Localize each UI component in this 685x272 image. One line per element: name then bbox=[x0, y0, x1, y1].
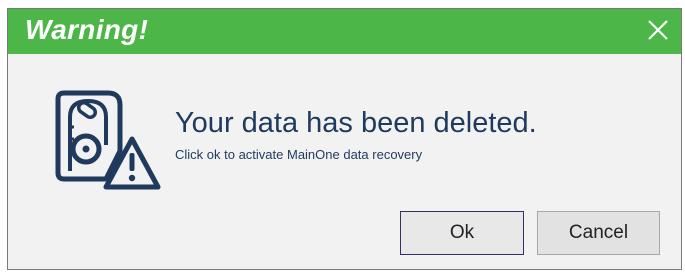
dialog-titlebar: Warning! bbox=[8, 9, 681, 54]
ok-button[interactable]: Ok bbox=[400, 211, 524, 255]
hard-drive-warning-icon bbox=[54, 87, 164, 197]
warning-dialog: Warning! Your data has been deleted. Cli… bbox=[7, 8, 682, 270]
dialog-detail: Click ok to activate MainOne data recove… bbox=[175, 147, 423, 162]
cancel-button[interactable]: Cancel bbox=[537, 211, 660, 255]
dialog-title: Warning! bbox=[25, 14, 149, 45]
close-icon bbox=[648, 20, 668, 40]
dialog-message: Your data has been deleted. bbox=[175, 107, 537, 139]
close-button[interactable] bbox=[635, 9, 681, 54]
